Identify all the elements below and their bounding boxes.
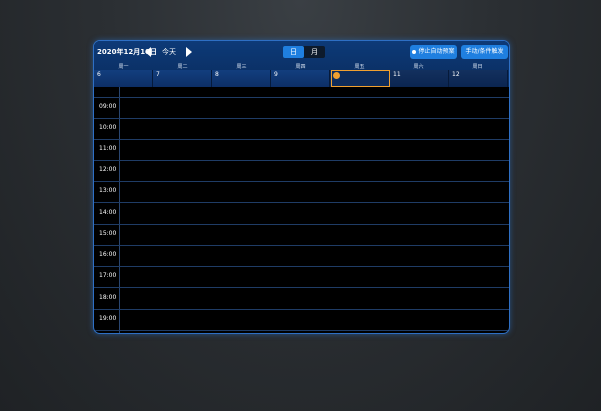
calendar-panel: 2020年12月10日 今天 日 月 停止自动预案 手动/条件触发 周一 周二 …	[93, 40, 510, 334]
calendar-toolbar: 2020年12月10日 今天 日 月 停止自动预案 手动/条件触发	[94, 41, 509, 63]
weekday-label: 周五	[354, 64, 365, 70]
hour-line	[94, 181, 509, 182]
next-arrow-icon[interactable]	[186, 47, 192, 57]
hour-line	[94, 118, 509, 119]
hour-label: 11:00	[99, 145, 117, 152]
day-cell[interactable]: 6	[94, 70, 153, 87]
hour-label: 10:00	[99, 124, 117, 131]
manual-trigger-button[interactable]: 手动/条件触发	[461, 45, 508, 59]
hour-line	[94, 330, 509, 331]
date-row: 6 7 8 9 11 12	[94, 70, 509, 87]
hour-label: 14:00	[99, 209, 117, 216]
day-cell[interactable]: 8	[212, 70, 271, 87]
weekday-label: 周一	[118, 64, 129, 70]
weekday-label: 周三	[236, 64, 247, 70]
weekday-label: 周日	[472, 64, 483, 70]
hour-line	[94, 97, 509, 98]
day-cell[interactable]: 11	[390, 70, 449, 87]
hour-line	[94, 309, 509, 310]
weekday-label: 周六	[413, 64, 424, 70]
calendar-header: 2020年12月10日 今天 日 月 停止自动预案 手动/条件触发 周一 周二 …	[94, 41, 509, 87]
hour-label: 17:00	[99, 272, 117, 279]
today-button[interactable]: 今天	[162, 47, 176, 57]
hour-label: 12:00	[99, 166, 117, 173]
day-cell[interactable]: 12	[449, 70, 508, 87]
prev-arrow-icon[interactable]	[145, 47, 151, 57]
time-axis-divider	[119, 87, 120, 333]
hour-label: 18:00	[99, 294, 117, 301]
today-marker-icon	[333, 72, 340, 79]
hour-label: 16:00	[99, 251, 117, 258]
day-view-button[interactable]: 日	[283, 46, 304, 58]
hour-line	[94, 245, 509, 246]
day-cell[interactable]: 9	[271, 70, 330, 87]
stop-auto-plan-button[interactable]: 停止自动预案	[410, 45, 457, 59]
hour-line	[94, 160, 509, 161]
view-toggle: 日 月	[283, 46, 325, 58]
hour-label: 15:00	[99, 230, 117, 237]
hour-label: 19:00	[99, 315, 117, 322]
day-cell-today[interactable]	[331, 70, 390, 87]
hour-label: 09:00	[99, 103, 117, 110]
weekday-label: 周二	[177, 64, 188, 70]
hour-line	[94, 266, 509, 267]
time-grid[interactable]: 09:00 10:00 11:00 12:00 13:00 14:00 15:0…	[94, 87, 509, 333]
weekday-row: 周一 周二 周三 周四 周五 周六 周日	[94, 63, 509, 70]
day-cell[interactable]: 7	[153, 70, 212, 87]
hour-label: 13:00	[99, 187, 117, 194]
month-view-button[interactable]: 月	[304, 46, 325, 58]
hour-line	[94, 287, 509, 288]
dot-icon	[412, 49, 417, 54]
weekday-label: 周四	[295, 64, 306, 70]
hour-line	[94, 202, 509, 203]
hour-line	[94, 224, 509, 225]
stop-auto-plan-label: 停止自动预案	[418, 48, 455, 55]
hour-line	[94, 139, 509, 140]
